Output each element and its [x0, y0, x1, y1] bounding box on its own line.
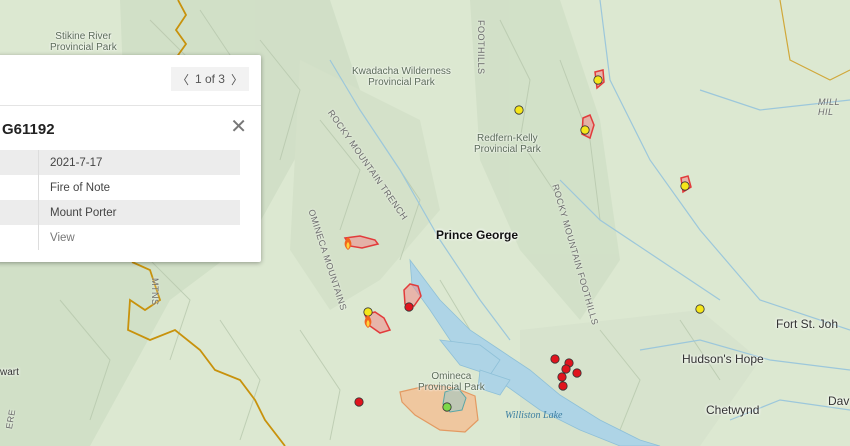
fire-point-marker[interactable] [680, 181, 690, 191]
fire-point-marker[interactable] [354, 397, 364, 407]
place-chetwynd: Chetwynd [706, 403, 760, 417]
attribute-location: Mount Porter [38, 200, 240, 225]
fire-point-marker[interactable] [550, 354, 560, 364]
fire-point-marker[interactable] [514, 105, 524, 115]
park-label-omineca: Omineca Provincial Park [418, 371, 485, 393]
fire-point-marker[interactable] [695, 304, 705, 314]
attribute-status: Fire of Note [38, 175, 240, 200]
previous-icon[interactable]: 〈 [177, 71, 189, 88]
range-label-mtns: MTNS [150, 278, 160, 306]
next-icon[interactable]: 〉 [231, 71, 243, 88]
fire-point-marker[interactable] [363, 307, 373, 317]
popup-title: G61192 [2, 121, 55, 138]
place-dav: Dav [828, 394, 850, 408]
park-label-kwadacha: Kwadacha Wilderness Provincial Park [352, 66, 451, 88]
fire-point-marker[interactable] [404, 302, 414, 312]
fire-point-marker[interactable] [442, 402, 452, 412]
attribute-row: Mount Porter [0, 200, 240, 225]
attribute-row: 2021-7-17 [0, 150, 240, 175]
pager-label: 1 of 3 [194, 72, 225, 86]
range-label-foothills: FOOTHILLS [476, 20, 486, 75]
popup-pager: 〈 1 of 3 〉 [170, 67, 249, 91]
attribute-row: Fire of Note [0, 175, 240, 200]
fire-point-marker[interactable] [558, 381, 568, 391]
lake-label-williston: Williston Lake [505, 410, 563, 421]
place-wart: wart [0, 367, 19, 378]
place-prince-george: Prince George [436, 228, 519, 242]
park-label-redfern: Redfern-Kelly Provincial Park [474, 133, 541, 155]
attribute-table: 2021-7-17 Fire of Note Mount Porter View [0, 150, 240, 250]
attribute-row: View [0, 225, 240, 250]
feature-popup: 〈 1 of 3 〉 G61192 ✕ 2021-7-17 Fire of No… [0, 55, 261, 262]
fire-point-marker[interactable] [593, 75, 603, 85]
attribute-date: 2021-7-17 [38, 150, 240, 175]
place-fort-st-john: Fort St. Joh [776, 317, 839, 331]
view-link[interactable]: View [50, 232, 75, 244]
popup-header: 〈 1 of 3 〉 [0, 55, 261, 106]
fire-point-marker[interactable] [561, 364, 571, 374]
park-label-stikine: Stikine River Provincial Park [50, 31, 117, 53]
close-icon[interactable]: ✕ [230, 117, 247, 137]
place-hudsons-hope: Hudson's Hope [682, 352, 764, 366]
fire-point-marker[interactable] [557, 372, 567, 382]
fire-point-marker[interactable] [572, 368, 582, 378]
range-label-mill-hills: MILL HIL [818, 97, 841, 117]
fire-point-marker[interactable] [580, 125, 590, 135]
